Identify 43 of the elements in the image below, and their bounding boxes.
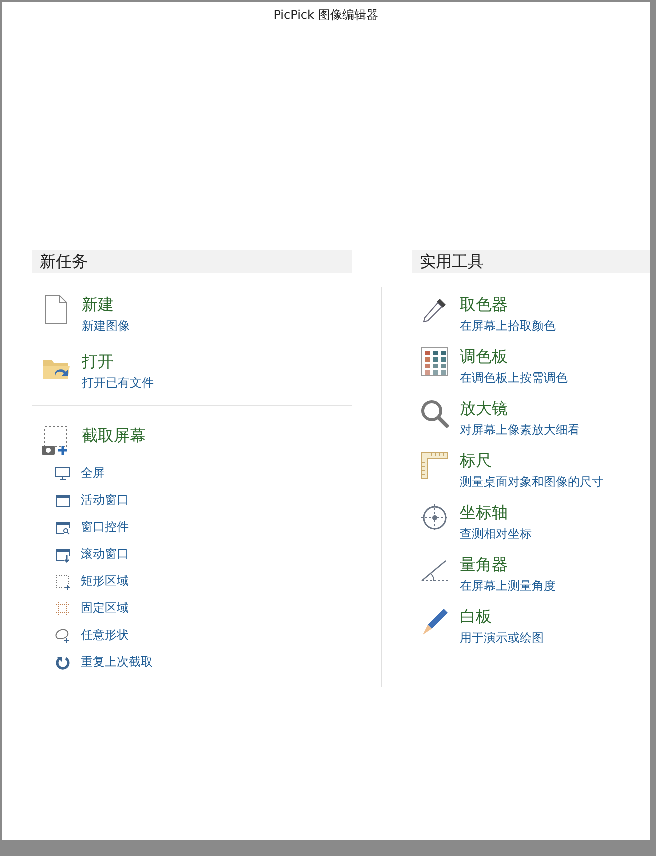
- entry-title[interactable]: 调色板: [460, 347, 568, 367]
- entry-title[interactable]: 新建: [82, 295, 130, 315]
- dashed-rectangle-icon: [55, 574, 71, 590]
- section-heading: 新任务: [32, 250, 352, 273]
- window-title: PicPick 图像编辑器: [274, 7, 378, 24]
- entry-description: 在屏幕上拾取颜色: [460, 319, 556, 334]
- entry-title[interactable]: 取色器: [460, 295, 556, 315]
- capture-option[interactable]: 窗口控件: [81, 518, 129, 537]
- entry-description: 打开已有文件: [82, 376, 154, 391]
- monitor-icon: [55, 466, 71, 482]
- window-scroll-icon: [55, 546, 71, 562]
- capture-option[interactable]: 全屏: [81, 464, 105, 483]
- capture-option[interactable]: 重复上次截取: [81, 653, 153, 672]
- grid-frame-icon: [55, 600, 71, 616]
- capture-option[interactable]: 矩形区域: [81, 572, 129, 591]
- entry-title[interactable]: 打开: [82, 352, 154, 372]
- window-icon: [55, 492, 71, 508]
- window-search-icon: [55, 520, 71, 536]
- pen-icon: [420, 607, 450, 637]
- entry-description: 用于演示或绘图: [460, 631, 544, 646]
- entry-description: 测量桌面对象和图像的尺寸: [460, 475, 604, 490]
- entry-description: 在调色板上按需调色: [460, 371, 568, 386]
- entry-title[interactable]: 标尺: [460, 451, 604, 471]
- capture-option[interactable]: 任意形状: [81, 626, 129, 645]
- capture-option[interactable]: 固定区域: [81, 599, 129, 618]
- magnifier-icon: [420, 399, 450, 429]
- capture-option[interactable]: 活动窗口: [81, 491, 129, 510]
- capture-option[interactable]: 滚动窗口: [81, 545, 129, 564]
- entry-title[interactable]: 坐标轴: [460, 503, 532, 523]
- section-heading: 实用工具: [412, 250, 650, 273]
- entry-title[interactable]: 白板: [460, 607, 544, 627]
- entry-title[interactable]: 量角器: [460, 555, 556, 575]
- entry-description: 在屏幕上测量角度: [460, 579, 556, 594]
- crosshair-icon: [420, 503, 450, 533]
- repeat-icon: [55, 654, 71, 670]
- entry-description: 新建图像: [82, 319, 130, 334]
- entry-description: 查测相对坐标: [460, 527, 532, 542]
- ruler-icon: [420, 451, 450, 481]
- entry-description: 对屏幕上像素放大细看: [460, 423, 580, 438]
- entry-title[interactable]: 放大镜: [460, 399, 580, 419]
- palette-grid-icon: [420, 347, 450, 377]
- freeform-shape-icon: [55, 628, 71, 644]
- entry-title[interactable]: 截取屏幕: [82, 426, 146, 446]
